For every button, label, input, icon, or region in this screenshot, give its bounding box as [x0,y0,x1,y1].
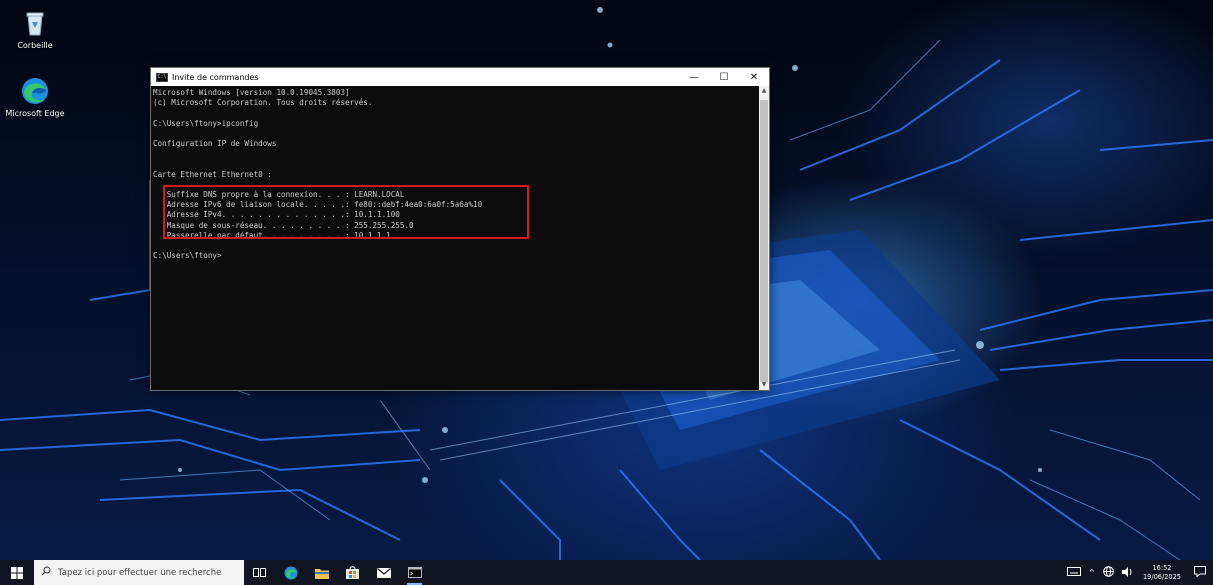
console-line: Microsoft Windows [version 10.0.19045.38… [153,88,350,97]
clock-time: 16:52 [1152,563,1172,572]
vertical-scrollbar[interactable]: ▲ ▼ [759,86,769,390]
volume-icon[interactable] [1118,566,1137,579]
window-title: Invite de commandes [172,72,259,82]
system-tray: ^ 16:52 19/06/2025 [1063,560,1213,585]
chevron-up-icon[interactable]: ^ [1085,568,1099,577]
console-line: C:\Users\ftony> [153,251,222,261]
file-explorer-icon [314,568,329,579]
taskbar-edge[interactable] [275,560,306,585]
close-button[interactable]: ✕ [739,68,769,86]
console-line: Adresse IPv4. . . . . . . . . . . . . .:… [153,210,400,220]
desktop-icon-label: Corbeille [17,41,53,50]
scroll-up-arrow-icon[interactable]: ▲ [759,86,769,96]
start-button[interactable] [0,560,34,585]
console-line: Passerelle par défaut. . . . . . . . . :… [153,230,391,240]
scrollbar-thumb[interactable] [760,100,768,382]
console-line: Adresse IPv6 de liaison locale. . . . .:… [153,200,483,210]
taskbar-file-explorer[interactable] [306,560,337,585]
command-prompt-window[interactable]: C:\ Invite de commandes — ☐ ✕ Microsoft … [150,67,770,391]
taskbar-search-box[interactable]: Tapez ici pour effectuer une recherche [34,560,244,585]
edge-icon [284,566,297,579]
command-prompt-icon [407,567,422,578]
recycle-bin-icon [20,8,50,38]
taskbar-task-view[interactable] [244,560,275,585]
windows-logo-icon [11,566,23,579]
keyboard-icon[interactable] [1063,567,1085,578]
console-line: Masque de sous-réseau. . . . . . . . . :… [153,220,414,230]
console-line: Configuration IP de Windows [153,139,277,149]
taskbar-command-prompt[interactable] [399,560,430,585]
command-prompt-icon: C:\ [156,72,168,82]
console-line: C:\Users\ftony>ipconfig [153,118,259,128]
desktop-icon-label: Microsoft Edge [5,109,65,118]
edge-icon [20,76,50,106]
scroll-down-arrow-icon[interactable]: ▼ [759,380,769,390]
console-output[interactable]: Microsoft Windows [version 10.0.19045.38… [151,86,761,390]
desktop-icon-recycle-bin[interactable]: Corbeille [3,8,67,50]
clock[interactable]: 16:52 19/06/2025 [1137,564,1187,582]
taskbar-store[interactable] [337,560,368,585]
search-icon [38,566,54,579]
minimize-button[interactable]: — [679,68,709,86]
taskbar: Tapez ici pour effectuer une recherche ^… [0,560,1213,585]
network-icon[interactable] [1099,566,1118,579]
clock-date: 19/06/2025 [1142,572,1181,581]
window-titlebar[interactable]: C:\ Invite de commandes — ☐ ✕ [151,68,769,86]
search-placeholder: Tapez ici pour effectuer une recherche [58,567,222,578]
mail-icon [376,567,391,578]
desktop-icon-edge[interactable]: Microsoft Edge [3,76,67,118]
store-icon [346,566,359,579]
console-line: (c) Microsoft Corporation. Tous droits r… [153,98,373,108]
notification-icon[interactable] [1187,566,1213,579]
console-line: Carte Ethernet Ethernet0 : [153,169,272,179]
taskbar-mail[interactable] [368,560,399,585]
task-view-icon [253,568,266,577]
maximize-button[interactable]: ☐ [709,68,739,86]
console-line: Suffixe DNS propre à la connexion. . . :… [153,190,405,200]
